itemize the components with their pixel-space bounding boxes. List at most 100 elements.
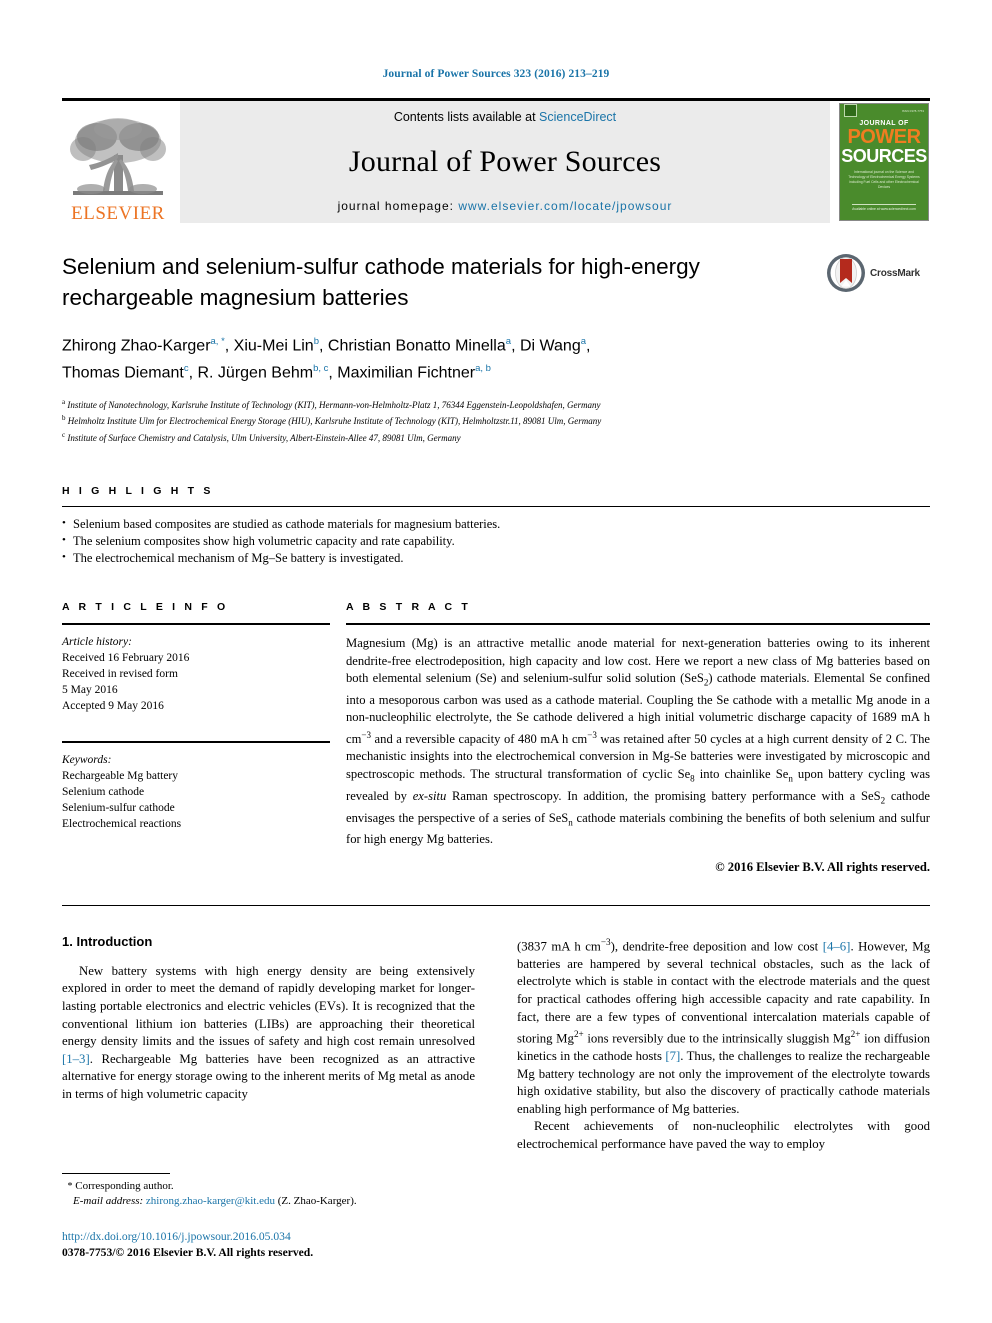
citation-link[interactable]: [4–6] xyxy=(823,939,851,953)
author-affil-marker: a xyxy=(580,336,587,347)
section-heading-introduction: 1. Introduction xyxy=(62,933,153,949)
paper-page: Journal of Power Sources 323 (2016) 213–… xyxy=(0,0,992,1323)
article-history-label: Article history: xyxy=(62,636,132,649)
affiliation-item: c Institute of Surface Chemistry and Cat… xyxy=(62,429,814,446)
paragraph: (3837 mA h cm−3), dendrite-free depositi… xyxy=(517,934,930,1118)
abstract-label: A B S T R A C T xyxy=(346,601,471,614)
highlights-list: Selenium based composites are studied as… xyxy=(62,507,930,567)
citation-link[interactable]: [1–3] xyxy=(62,1052,90,1066)
issn-copyright-line: 0378-7753/© 2016 Elsevier B.V. All right… xyxy=(62,1246,314,1259)
author-affil-marker: a, b xyxy=(475,363,491,375)
crossmark-icon xyxy=(827,254,865,292)
journal-title: Journal of Power Sources xyxy=(348,144,662,178)
history-item: Received in revised form xyxy=(62,668,178,681)
page-title: Selenium and selenium-sulfur cathode mat… xyxy=(62,254,700,310)
author-affil-marker: a, * xyxy=(210,336,225,347)
abstract-part: and a reversible capacity of 480 mA h cm xyxy=(371,731,588,746)
title-and-authors: Selenium and selenium-sulfur cathode mat… xyxy=(62,251,826,445)
contents-prefix: Contents lists available at xyxy=(393,110,540,124)
affiliation-list: a Institute of Nanotechnology, Karlsruhe… xyxy=(62,396,814,446)
article-info-label: A R T I C L E I N F O xyxy=(62,601,229,614)
body-column-left: 1. Introduction New battery systems with… xyxy=(62,934,475,1154)
page-footer: * Corresponding author. E-mail address: … xyxy=(62,1173,468,1261)
journal-homepage-line: journal homepage: www.elsevier.com/locat… xyxy=(338,199,673,213)
crossmark-label: CrossMark xyxy=(870,267,920,279)
history-item: 5 May 2016 xyxy=(62,684,118,697)
homepage-url-link[interactable]: www.elsevier.com/locate/jpowsour xyxy=(458,199,672,213)
footnote-divider xyxy=(62,1173,170,1174)
info-and-abstract: A R T I C L E I N F O Article history: R… xyxy=(62,601,930,875)
email-link[interactable]: zhirong.zhao-karger@kit.edu xyxy=(146,1195,275,1207)
keywords-label: Keywords: xyxy=(62,754,112,767)
abstract-text: Magnesium (Mg) is an attractive metallic… xyxy=(346,635,930,849)
article-history-list: Received 16 February 2016 Received in re… xyxy=(62,650,330,714)
body-columns: 1. Introduction New battery systems with… xyxy=(62,934,930,1154)
corresponding-author-note: * Corresponding author. E-mail address: … xyxy=(62,1179,468,1209)
cover-blurb: International journal on the Science and… xyxy=(848,170,920,189)
history-item: Accepted 9 May 2016 xyxy=(62,700,164,713)
homepage-prefix: journal homepage: xyxy=(337,199,459,213)
paragraph: New battery systems with high energy den… xyxy=(62,963,475,1104)
affiliation-item: a Institute of Nanotechnology, Karlsruhe… xyxy=(62,396,814,413)
author-sep: , Maximilian Fichtner xyxy=(328,364,476,382)
abstract-sup: −3 xyxy=(587,729,597,740)
author-name: Thomas Diemant xyxy=(62,364,184,382)
sciencedirect-link[interactable]: ScienceDirect xyxy=(539,110,616,124)
paragraph-part: . Rechargeable Mg batteries have been re… xyxy=(62,1051,475,1102)
email-address-label: E-mail address: xyxy=(73,1195,144,1207)
affiliation-marker: a xyxy=(62,397,66,406)
author-sep: , R. Jürgen Behm xyxy=(188,364,314,382)
doi-link[interactable]: http://dx.doi.org/10.1016/j.jpowsour.201… xyxy=(62,1229,468,1245)
keyword-item: Selenium-sulfur cathode xyxy=(62,802,175,815)
cover-elsevier-mark-icon xyxy=(844,104,857,117)
contents-line: Contents lists available at ScienceDirec… xyxy=(394,110,616,124)
keyword-item: Selenium cathode xyxy=(62,786,145,799)
cover-topbar: ISSN 0378-7753 xyxy=(844,104,924,117)
abstract-divider xyxy=(346,623,930,626)
cover-sources: SOURCES xyxy=(841,146,927,166)
list-item: Selenium based composites are studied as… xyxy=(62,515,930,533)
elsevier-wordmark: ELSEVIER xyxy=(71,203,165,224)
email-owner: (Z. Zhao-Karger). xyxy=(277,1195,357,1207)
title-area: Selenium and selenium-sulfur cathode mat… xyxy=(62,251,930,445)
author-affil-marker: b, c xyxy=(313,363,329,375)
paragraph-sup: 2+ xyxy=(850,1029,861,1040)
author-sep: , Xiu-Mei Lin xyxy=(224,337,314,355)
author-list: Zhirong Zhao-Kargera, *, Xiu-Mei Linb, C… xyxy=(62,336,591,382)
keywords-list: Rechargeable Mg battery Selenium cathode… xyxy=(62,768,330,832)
affiliation-marker: c xyxy=(62,430,66,439)
highlights-label: H I G H L I G H T S xyxy=(62,485,214,498)
list-item: The electrochemical mechanism of Mg–Se b… xyxy=(62,549,930,567)
paragraph-part: ions reversibly due to the intrinsically… xyxy=(583,1031,851,1046)
doi-block: http://dx.doi.org/10.1016/j.jpowsour.201… xyxy=(62,1229,468,1261)
journal-cover-block: ISSN 0378-7753 JOURNAL OF POWER SOURCES … xyxy=(838,101,930,223)
abstract-part: Raman spectroscopy. In addition, the pro… xyxy=(446,788,881,803)
cover-issn-text: ISSN 0378-7753 xyxy=(901,108,924,113)
journal-cover-thumbnail: ISSN 0378-7753 JOURNAL OF POWER SOURCES … xyxy=(839,103,929,221)
keywords-divider xyxy=(62,741,330,744)
affiliation-marker: b xyxy=(62,414,66,423)
article-info-column: A R T I C L E I N F O Article history: R… xyxy=(62,601,346,875)
paragraph-sup: 2+ xyxy=(573,1029,584,1040)
elsevier-tree-icon xyxy=(70,118,166,195)
crossmark-badge[interactable]: CrossMark xyxy=(826,251,930,293)
journal-masthead: ELSEVIER Contents lists available at Sci… xyxy=(62,98,930,223)
corresponding-star: * xyxy=(67,1181,73,1192)
keyword-item: Rechargeable Mg battery xyxy=(62,770,179,783)
corresponding-author-label: Corresponding author. xyxy=(75,1180,174,1192)
citation-link[interactable]: [7] xyxy=(665,1049,680,1063)
abstract-part: into chainlike Se xyxy=(694,766,789,781)
paragraph-part: (3837 mA h cm xyxy=(517,939,601,954)
abstract-italic: ex-situ xyxy=(412,788,447,803)
highlights-section: H I G H L I G H T S Selenium based compo… xyxy=(62,485,930,567)
abstract-copyright: © 2016 Elsevier B.V. All rights reserved… xyxy=(715,859,930,874)
author-sep: , Di Wang xyxy=(511,337,581,355)
article-info-divider xyxy=(62,623,330,626)
paragraph-sup: −3 xyxy=(600,936,611,947)
abstract-sup: −3 xyxy=(361,729,372,740)
running-head: Journal of Power Sources 323 (2016) 213–… xyxy=(382,68,610,80)
paragraph: Recent achievements of non-nucleophilic … xyxy=(517,1119,930,1151)
author-name: Zhirong Zhao-Karger xyxy=(62,337,211,355)
cover-bottom-text: Available online at www.sciencedirect.co… xyxy=(852,204,916,212)
list-item: The selenium composites show high volume… xyxy=(62,532,930,550)
